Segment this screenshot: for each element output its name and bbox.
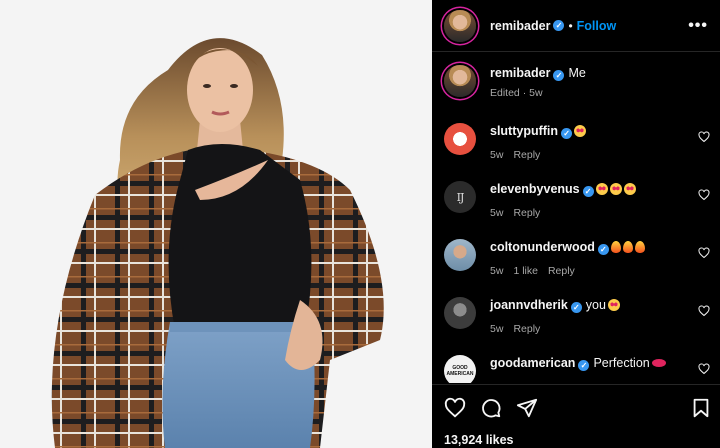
comment-time: 5w — [490, 207, 504, 219]
commenter-avatar[interactable]: IJ — [444, 181, 476, 213]
verified-badge-icon: ✓ — [553, 20, 565, 31]
like-comment-heart-icon[interactable] — [698, 131, 710, 143]
comment-like-count[interactable]: 1 like — [513, 265, 538, 277]
heart-eyes-emoji-icon — [623, 183, 636, 195]
heart-eyes-emoji-icon — [607, 299, 620, 311]
comment-item: GOOD AMERICAN goodamerican ✓ Perfection — [444, 355, 714, 383]
heart-eyes-emoji-icon — [609, 183, 622, 195]
comment-meta: 5w Reply — [490, 323, 714, 335]
verified-badge-icon: ✓ — [561, 128, 573, 139]
comment-username[interactable]: goodamerican — [490, 356, 575, 370]
comment-text: you — [585, 298, 606, 312]
bookmark-icon[interactable] — [690, 397, 712, 419]
comment-username[interactable]: coltonunderwood — [490, 240, 595, 254]
comment-item: joannvdherik ✓ you 5w Reply — [444, 297, 714, 335]
post-image[interactable] — [0, 0, 432, 448]
separator-dot: • — [568, 18, 573, 33]
avatar-initials: IJ — [456, 190, 465, 204]
comment-text: Perfection — [593, 356, 650, 370]
fire-emoji-icon — [634, 241, 645, 253]
verified-badge-icon: ✓ — [553, 70, 565, 81]
heart-icon[interactable] — [444, 397, 466, 419]
lips-emoji-icon — [651, 359, 666, 367]
commenter-avatar[interactable] — [444, 297, 476, 329]
comment-meta: 5w 1 like Reply — [490, 265, 714, 277]
caption-text: Me — [568, 66, 586, 80]
fire-emoji-icon — [610, 241, 621, 253]
comment-username[interactable]: elevenbyvenus — [490, 182, 580, 196]
commenter-avatar[interactable] — [444, 239, 476, 271]
comment-meta: 5w Reply — [490, 207, 714, 219]
comment-username[interactable]: sluttypuffin — [490, 124, 558, 138]
comment-username[interactable]: joannvdherik — [490, 298, 568, 312]
commenter-avatar[interactable]: GOOD AMERICAN — [444, 355, 476, 383]
post-side-panel: remibader ✓ • Follow ••• remibader ✓ Me Ed… — [432, 0, 720, 448]
heart-eyes-emoji-icon — [595, 183, 608, 195]
verified-badge-icon: ✓ — [582, 186, 594, 197]
reply-button[interactable]: Reply — [513, 323, 540, 335]
comments-list[interactable]: remibader ✓ Me Edited · 5w sluttypuffin ✓ 5… — [432, 53, 720, 383]
post-actions-bar: 13,924 likes — [432, 384, 720, 448]
comment-icon[interactable] — [480, 397, 502, 419]
comment-time: 5w — [490, 323, 504, 335]
reply-button[interactable]: Reply — [513, 207, 540, 219]
author-info: remibader ✓ • Follow — [490, 19, 616, 33]
like-count[interactable]: 13,924 likes — [444, 433, 514, 447]
verified-badge-icon: ✓ — [597, 244, 609, 255]
caption-meta: Edited · 5w — [490, 87, 543, 99]
like-comment-heart-icon[interactable] — [698, 247, 710, 259]
comment-meta: 5w Reply — [490, 149, 714, 161]
verified-badge-icon: ✓ — [578, 360, 590, 371]
comment-time: 5w — [490, 149, 504, 161]
like-comment-heart-icon[interactable] — [698, 305, 710, 317]
caption: remibader ✓ Me Edited · 5w — [444, 65, 714, 99]
verified-badge-icon: ✓ — [570, 302, 582, 313]
caption-username[interactable]: remibader — [490, 66, 550, 80]
reply-button[interactable]: Reply — [548, 265, 575, 277]
comment-time: 5w — [490, 265, 504, 277]
like-comment-heart-icon[interactable] — [698, 189, 710, 201]
comment-item: coltonunderwood ✓ 5w 1 like Reply — [444, 239, 714, 277]
heart-eyes-emoji-icon — [574, 125, 587, 137]
commenter-avatar[interactable] — [444, 123, 476, 155]
follow-button[interactable]: Follow — [577, 19, 617, 33]
author-avatar[interactable] — [444, 9, 476, 42]
avatar-logo-text: GOOD AMERICAN — [446, 365, 474, 377]
comment-item: IJ elevenbyvenus ✓ 5w Reply — [444, 181, 714, 219]
post-photo-illustration — [0, 0, 432, 448]
post-header: remibader ✓ • Follow ••• — [432, 0, 720, 52]
caption-avatar[interactable] — [444, 65, 476, 97]
reply-button[interactable]: Reply — [513, 149, 540, 161]
author-username[interactable]: remibader — [490, 19, 550, 33]
fire-emoji-icon — [622, 241, 633, 253]
like-comment-heart-icon[interactable] — [698, 363, 710, 375]
more-options-icon[interactable]: ••• — [688, 17, 708, 35]
share-icon[interactable] — [516, 397, 538, 419]
comment-item: sluttypuffin ✓ 5w Reply — [444, 123, 714, 161]
